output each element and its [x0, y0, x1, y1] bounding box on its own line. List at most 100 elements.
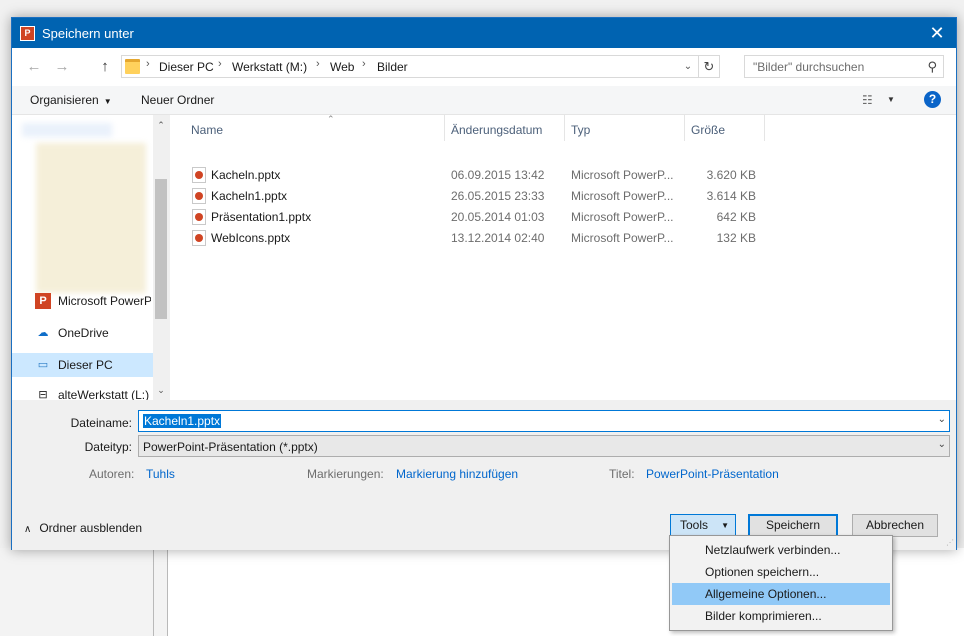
table-row[interactable]: Kacheln.pptx 06.09.2015 13:42 Microsoft …: [170, 164, 770, 185]
column-header-name[interactable]: ⌃ Name: [185, 114, 445, 141]
filetype-value: PowerPoint-Präsentation (*.pptx): [143, 440, 318, 454]
toolbar: Organisieren ▼ Neuer Ordner ☷ ▼ ?: [12, 86, 956, 115]
chevron-right-icon[interactable]: ›: [316, 58, 320, 70]
save-button[interactable]: Speichern: [748, 514, 838, 537]
authors-value[interactable]: Tuhls: [146, 467, 175, 481]
organize-button[interactable]: Organisieren ▼: [30, 93, 112, 107]
onedrive-icon: ☁: [37, 327, 49, 339]
file-name: Präsentation1.pptx: [211, 210, 312, 224]
file-name: Kacheln.pptx: [211, 168, 281, 182]
tags-label: Markierungen:: [307, 467, 384, 481]
add-tag-link[interactable]: Markierung hinzufügen: [396, 467, 518, 481]
nav-scrollbar[interactable]: ⌃ ⌄: [153, 115, 169, 400]
hide-folders-button[interactable]: ∧ Ordner ausblenden: [24, 521, 142, 535]
caret-down-icon: ▼: [103, 97, 112, 106]
menu-item-map-network-drive[interactable]: Netzlaufwerk verbinden...: [672, 539, 890, 561]
chevron-right-icon[interactable]: ›: [218, 58, 222, 70]
search-placeholder: "Bilder" durchsuchen: [753, 60, 865, 74]
up-button[interactable]: ↑: [95, 58, 115, 76]
pptx-file-icon: [192, 230, 206, 246]
address-row: ← → ↑ › Dieser PC › Werkstatt (M:) › Web…: [12, 48, 956, 86]
tools-label: Tools: [680, 518, 709, 532]
file-type: Microsoft PowerP...: [571, 168, 674, 182]
file-type: Microsoft PowerP...: [571, 231, 674, 245]
breadcrumb-werkstatt[interactable]: Werkstatt (M:): [232, 60, 307, 74]
file-name: Kacheln1.pptx: [211, 189, 288, 203]
pptx-file-icon: [192, 209, 206, 225]
filename-field[interactable]: Kacheln1.pptx ⌄: [138, 410, 950, 432]
cancel-button[interactable]: Abbrechen: [852, 514, 938, 537]
column-header-size[interactable]: Größe: [685, 115, 765, 141]
filetype-label: Dateityp:: [84, 440, 132, 454]
organize-label: Organisieren: [30, 93, 99, 107]
save-as-dialog: P Speichern unter ✕ ← → ↑ › Dieser PC › …: [11, 17, 957, 550]
filetype-select[interactable]: PowerPoint-Präsentation (*.pptx) ⌄: [138, 435, 950, 457]
scroll-down-icon[interactable]: ⌄: [153, 382, 169, 398]
close-button[interactable]: ✕: [926, 22, 948, 44]
file-date: 06.09.2015 13:42: [451, 168, 545, 182]
network-drive-icon: ⊟: [38, 389, 48, 400]
file-size: 642 KB: [716, 210, 756, 224]
new-folder-button[interactable]: Neuer Ordner: [141, 93, 214, 107]
back-button[interactable]: ←: [24, 58, 44, 76]
blurred-tree-item: [22, 123, 112, 137]
pptx-file-icon: [192, 167, 206, 183]
navigation-pane: P Microsoft PowerP ☁ OneDrive ▭ Dieser P…: [12, 115, 169, 400]
file-type: Microsoft PowerP...: [571, 210, 674, 224]
breadcrumb-dieser-pc[interactable]: Dieser PC: [159, 60, 214, 74]
computer-icon: ▭: [37, 359, 49, 371]
file-date: 13.12.2014 02:40: [451, 231, 545, 245]
chevron-down-icon[interactable]: ⌄: [681, 59, 695, 75]
nav-item-label: alteWerkstatt (L:): [58, 388, 150, 400]
hide-folders-label: Ordner ausblenden: [39, 521, 143, 535]
title-value[interactable]: PowerPoint-Präsentation: [646, 467, 779, 481]
scroll-up-icon[interactable]: ⌃: [153, 117, 169, 133]
nav-item-label: Microsoft PowerP: [58, 294, 151, 308]
menu-item-general-options[interactable]: Allgemeine Optionen...: [672, 583, 890, 605]
column-header-date[interactable]: Änderungsdatum: [445, 115, 565, 141]
nav-item-label: OneDrive: [58, 326, 109, 340]
scrollbar-thumb[interactable]: [155, 179, 167, 319]
menu-item-compress-pictures[interactable]: Bilder komprimieren...: [672, 605, 890, 627]
tools-button[interactable]: Tools ▼: [670, 514, 736, 537]
authors-label: Autoren:: [89, 467, 135, 481]
table-row[interactable]: Präsentation1.pptx 20.05.2014 01:03 Micr…: [170, 206, 770, 227]
nav-item-onedrive[interactable]: ☁ OneDrive: [12, 321, 153, 345]
menu-item-save-options[interactable]: Optionen speichern...: [672, 561, 890, 583]
table-row[interactable]: WebIcons.pptx 13.12.2014 02:40 Microsoft…: [170, 227, 770, 248]
nav-item-network-drive[interactable]: ⊟ alteWerkstatt (L:): [12, 383, 153, 400]
chevron-down-icon[interactable]: ⌄: [938, 414, 946, 425]
nav-item-label: Dieser PC: [58, 358, 113, 372]
table-row[interactable]: Kacheln1.pptx 26.05.2015 23:33 Microsoft…: [170, 185, 770, 206]
refresh-icon[interactable]: ↻: [698, 56, 719, 77]
chevron-right-icon[interactable]: ›: [362, 58, 366, 70]
search-icon[interactable]: ⚲: [927, 59, 937, 75]
breadcrumb-web[interactable]: Web: [330, 60, 354, 74]
chevron-up-icon: ∧: [24, 524, 32, 535]
file-list: ⌃ Name Änderungsdatum Typ Größe Kacheln.…: [169, 114, 956, 400]
file-size: 132 KB: [716, 231, 756, 245]
powerpoint-app-icon: P: [20, 26, 35, 41]
pptx-file-icon: [192, 188, 206, 204]
nav-item-powerpoint[interactable]: P Microsoft PowerP: [12, 289, 153, 313]
search-input[interactable]: "Bilder" durchsuchen ⚲: [744, 55, 944, 78]
title-label: Titel:: [609, 467, 635, 481]
folder-icon: [125, 59, 140, 74]
file-date: 26.05.2015 23:33: [451, 189, 545, 203]
resize-grip-icon[interactable]: ⋰: [946, 538, 954, 547]
file-name: WebIcons.pptx: [211, 231, 291, 245]
nav-item-dieser-pc[interactable]: ▭ Dieser PC: [12, 353, 153, 377]
title-bar: P Speichern unter ✕: [12, 18, 956, 48]
help-icon[interactable]: ?: [924, 91, 941, 108]
forward-button[interactable]: →: [52, 58, 72, 76]
column-header-type[interactable]: Typ: [565, 115, 685, 141]
breadcrumb-bilder[interactable]: Bilder: [377, 60, 408, 74]
caret-down-icon: ▼: [721, 521, 729, 530]
view-options-icon[interactable]: ☷: [862, 93, 873, 107]
address-bar[interactable]: › Dieser PC › Werkstatt (M:) › Web › Bil…: [121, 55, 720, 78]
file-size: 3.614 KB: [706, 189, 756, 203]
chevron-down-icon: ⌄: [937, 439, 946, 450]
chevron-right-icon[interactable]: ›: [146, 58, 150, 70]
caret-down-icon[interactable]: ▼: [887, 95, 895, 104]
background-divider: [153, 548, 154, 636]
